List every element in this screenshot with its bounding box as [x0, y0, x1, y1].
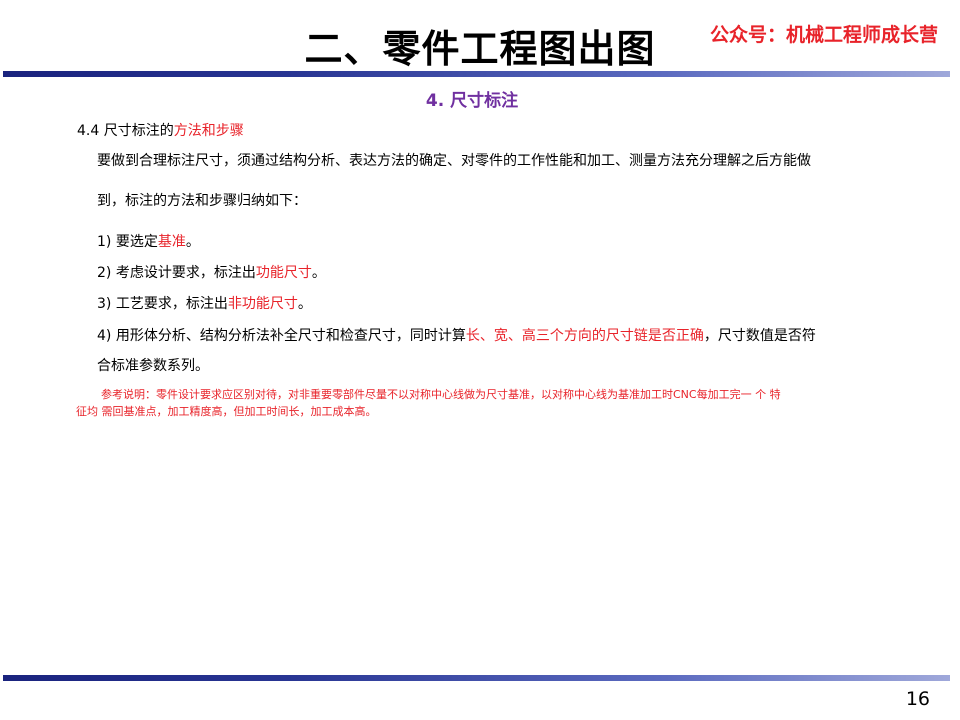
section-heading-highlight: 方法和步骤 — [173, 123, 244, 139]
step-item-2: 2) 考虑设计要求，标注出功能尺寸。 — [97, 263, 326, 283]
step-highlight: 非功能尺寸 — [227, 296, 298, 312]
section-heading-text: 4.4 尺寸标注的 — [77, 123, 174, 139]
step-suffix: 。 — [311, 265, 326, 281]
note-line-2: 征均 需回基准点，加工精度高，但加工时间长，加工成本高。 — [76, 405, 377, 418]
note-line-1: 参考说明：零件设计要求应区别对待，对非重要零部件尽量不以对称中心线做为尺寸基准，… — [101, 388, 781, 401]
reference-note: 参考说明：零件设计要求应区别对待，对非重要零部件尽量不以对称中心线做为尺寸基准，… — [76, 386, 928, 420]
step-text: 2) 考虑设计要求，标注出 — [97, 265, 256, 281]
section-subtitle: 4. 尺寸标注 — [425, 91, 519, 111]
step-highlight: 功能尺寸 — [255, 265, 312, 281]
section-heading: 4.4 尺寸标注的方法和步骤 — [77, 121, 244, 141]
step-highlight: 基准 — [157, 234, 186, 250]
step-item-1: 1) 要选定基准。 — [97, 232, 200, 252]
step-item-4: 4) 用形体分析、结构分析法补全尺寸和检查尺寸，同时计算长、宽、高三个方向的尺寸… — [97, 326, 816, 346]
watermark-text: 公众号：机械工程师成长营 — [709, 24, 938, 46]
step-highlight: 长、宽、高三个方向的尺寸链是否正确 — [465, 328, 704, 344]
bottom-divider — [3, 675, 950, 681]
top-divider — [3, 71, 950, 77]
intro-line-1: 要做到合理标注尺寸，须通过结构分析、表达方法的确定、对零件的工作性能和加工、测量… — [97, 153, 811, 169]
step-suffix: ，尺寸数值是否符 — [703, 328, 816, 344]
step-item-4-continued: 合标准参数系列。 — [97, 358, 209, 374]
step-text: 3) 工艺要求，标注出 — [97, 296, 228, 312]
page-number: 16 — [905, 688, 930, 710]
step-item-3: 3) 工艺要求，标注出非功能尺寸。 — [97, 294, 312, 314]
step-text: 4) 用形体分析、结构分析法补全尺寸和检查尺寸，同时计算 — [97, 328, 466, 344]
step-suffix: 。 — [185, 234, 200, 250]
intro-line-2: 到，标注的方法和步骤归纳如下： — [97, 193, 307, 209]
step-text: 1) 要选定 — [97, 234, 158, 250]
step-suffix: 。 — [297, 296, 312, 312]
